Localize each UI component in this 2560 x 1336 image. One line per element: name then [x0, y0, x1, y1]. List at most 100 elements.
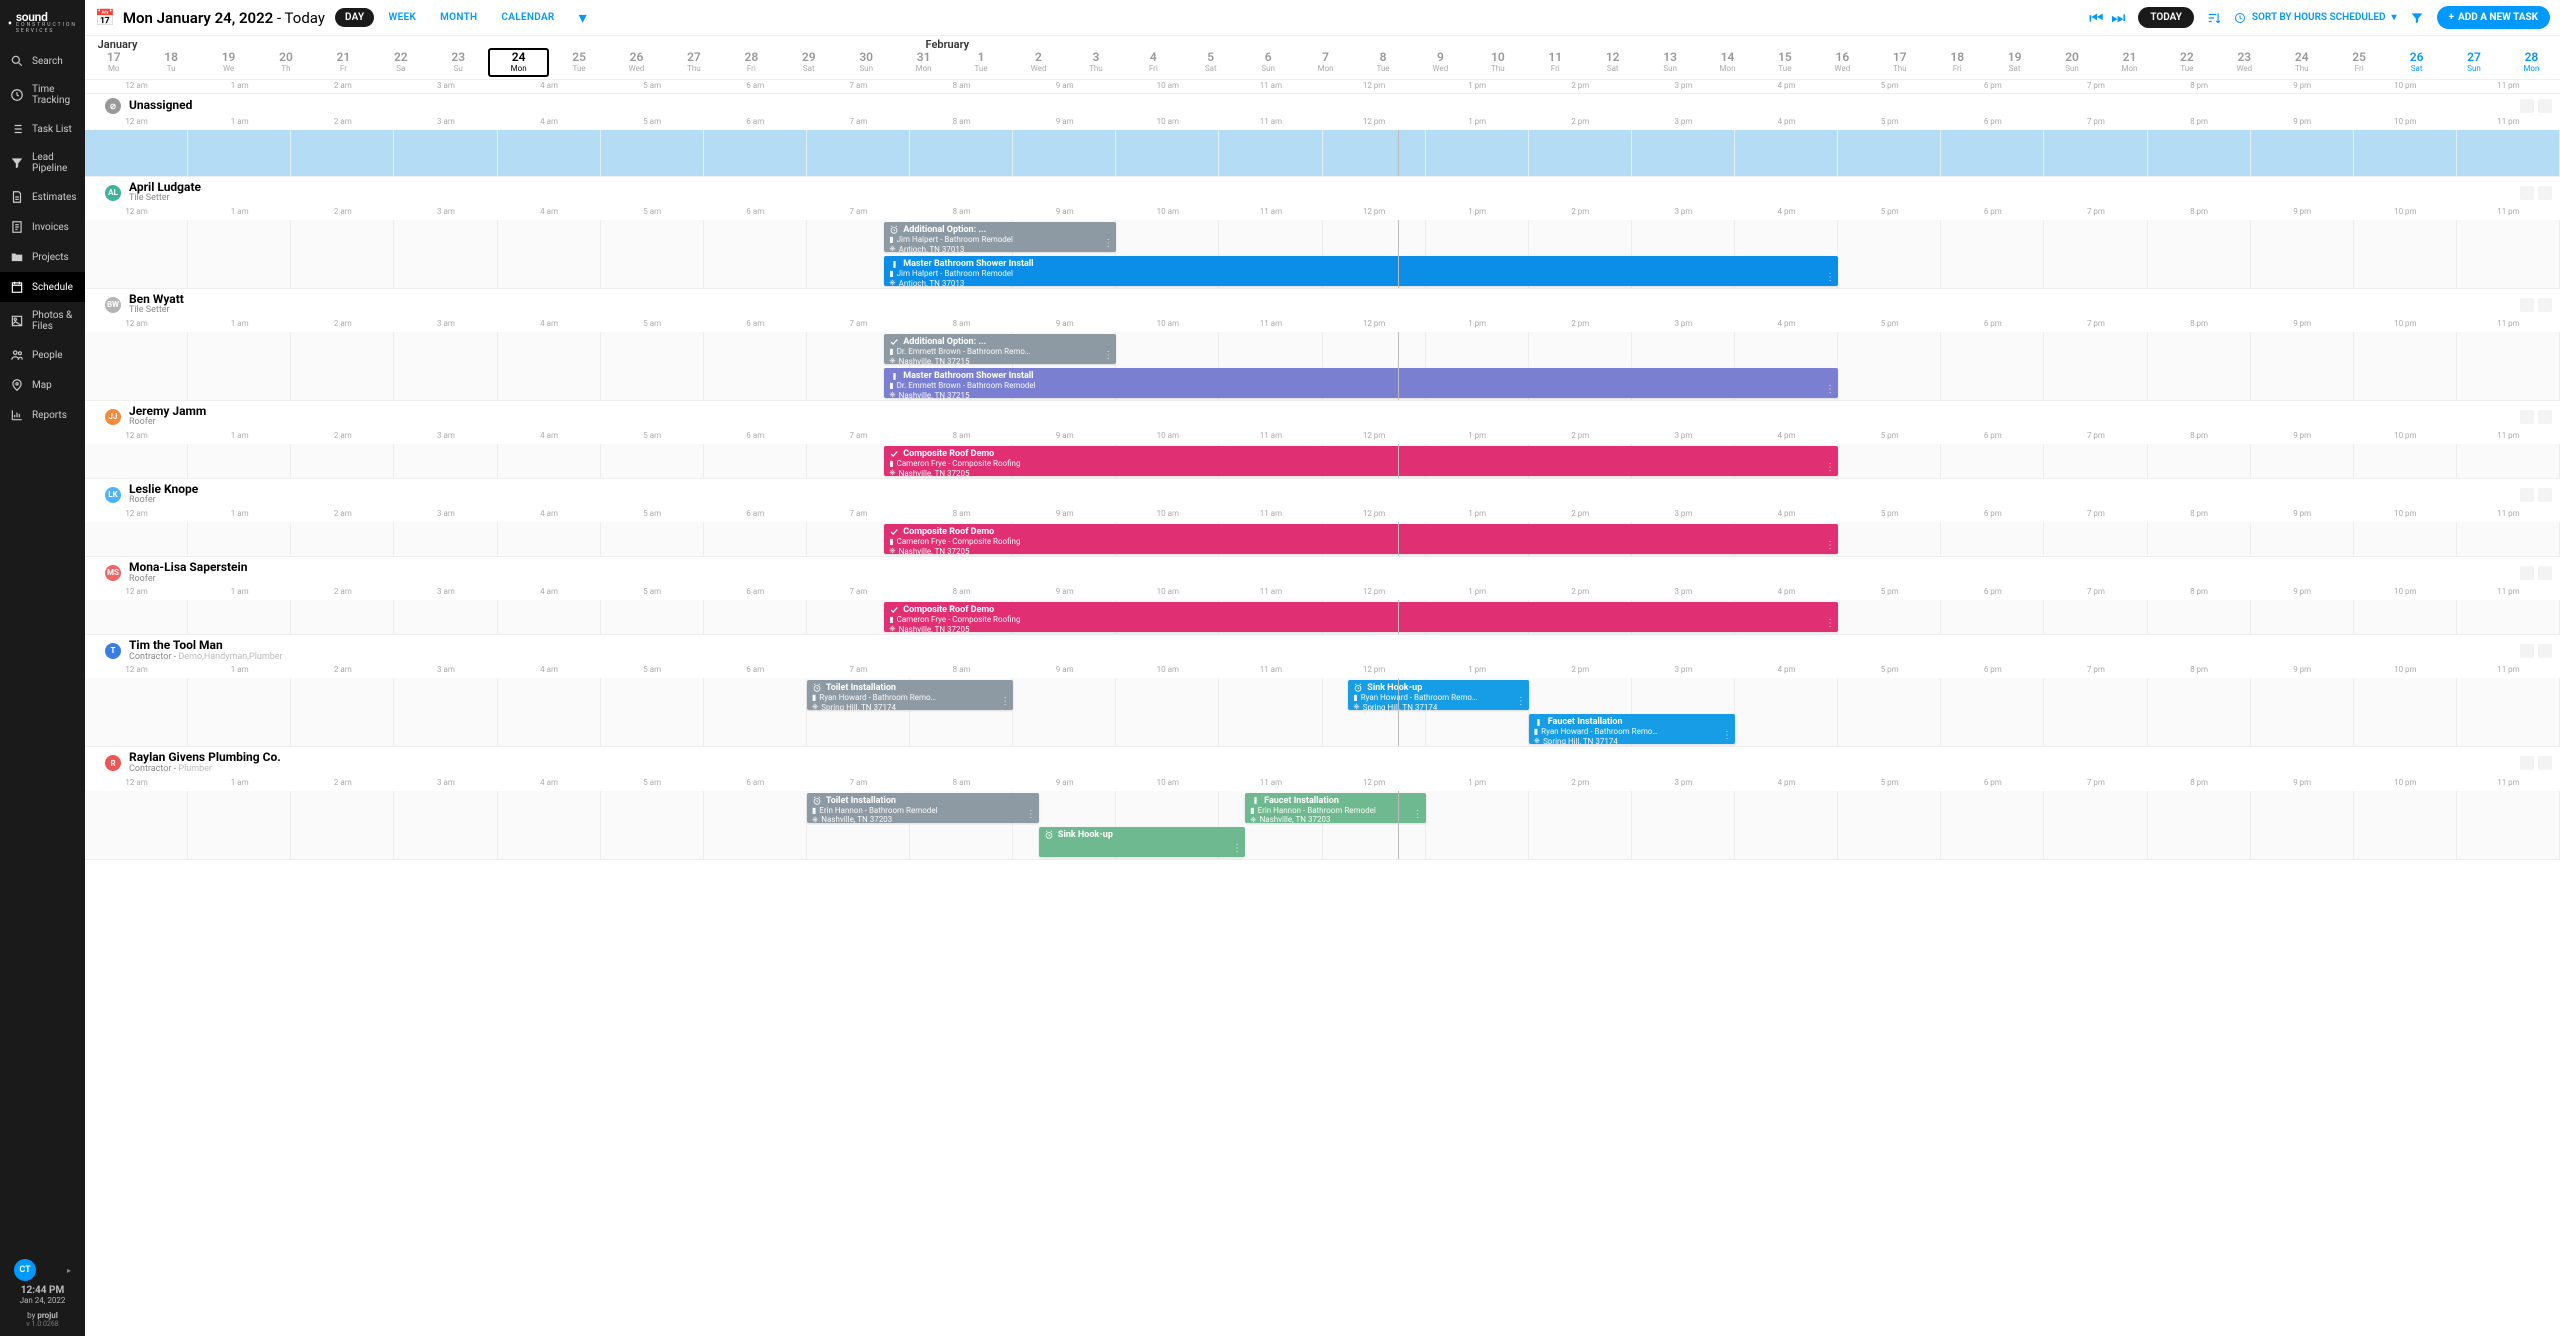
timeline-lane[interactable]: Composite Roof Demo▮Cameron Frye - Compo… [85, 444, 2560, 478]
date-cell[interactable]: 14Mon [1699, 50, 1756, 79]
sidebar-item-reports[interactable]: Reports [0, 400, 85, 430]
date-cell[interactable]: 20Th [257, 50, 314, 79]
sidebar-item-map[interactable]: Map [0, 370, 85, 400]
sort-icon[interactable] [2206, 10, 2222, 26]
date-cell[interactable]: 17Thu [1871, 50, 1928, 79]
task-menu-icon[interactable]: ⋮ [1825, 463, 1835, 473]
task-menu-icon[interactable]: ⋮ [1825, 273, 1835, 283]
date-cell[interactable]: 31Mon [895, 50, 952, 79]
date-cell[interactable]: 27Thu [665, 50, 722, 79]
date-cell[interactable]: 27Sun [2445, 50, 2502, 79]
schedule-body[interactable]: ⊘Unassigned12 am1 am2 am3 am4 am5 am6 am… [85, 94, 2560, 1336]
row-controls[interactable] [2520, 488, 2560, 502]
date-cell[interactable]: 25Tue [550, 50, 607, 79]
date-cell[interactable]: 8Tue [1354, 50, 1411, 79]
view-tab-calendar[interactable]: CALENDAR [491, 8, 564, 27]
task-menu-icon[interactable]: ⋮ [1000, 697, 1010, 707]
sidebar-item-search[interactable]: Search [0, 46, 85, 76]
date-cell[interactable]: 26Sat [2388, 50, 2445, 79]
date-cell[interactable]: 18Tu [142, 50, 199, 79]
timeline-lane[interactable] [85, 130, 2560, 176]
next-page-icon[interactable]: ⏭ [2110, 10, 2126, 26]
sidebar-item-projects[interactable]: Projects [0, 242, 85, 272]
date-cell[interactable]: 16Wed [1814, 50, 1871, 79]
timeline-lane[interactable]: Additional Option: ...▮Jim Halpert - Bat… [85, 220, 2560, 254]
task-card[interactable]: Toilet Installation▮Erin Hannon - Bathro… [807, 793, 1039, 823]
filter-icon[interactable] [2409, 10, 2425, 26]
date-cell[interactable]: 20Sun [2043, 50, 2100, 79]
row-controls[interactable] [2520, 410, 2560, 424]
task-card[interactable]: Toilet Installation▮Ryan Howard - Bathro… [807, 680, 1013, 710]
date-cell[interactable]: 10Thu [1469, 50, 1526, 79]
task-menu-icon[interactable]: ⋮ [1825, 619, 1835, 629]
task-card[interactable]: Composite Roof Demo▮Cameron Frye - Compo… [884, 602, 1838, 632]
date-cell[interactable]: 18Fri [1929, 50, 1986, 79]
task-menu-icon[interactable]: ⋮ [1026, 810, 1036, 820]
date-cell[interactable]: 3Thu [1067, 50, 1124, 79]
task-card[interactable]: Composite Roof Demo▮Cameron Frye - Compo… [884, 446, 1838, 476]
sidebar-item-lead-pipeline[interactable]: Lead Pipeline [0, 144, 85, 182]
date-cell[interactable]: 28Fri [723, 50, 780, 79]
task-card[interactable]: Composite Roof Demo▮Cameron Frye - Compo… [884, 524, 1838, 554]
view-tab-month[interactable]: MONTH [430, 8, 487, 27]
date-cell[interactable]: 21Fr [315, 50, 372, 79]
row-controls[interactable] [2520, 644, 2560, 658]
sort-button[interactable]: SORT BY HOURS SCHEDULED ▾ [2234, 12, 2397, 24]
sidebar-item-invoices[interactable]: Invoices [0, 212, 85, 242]
date-cell[interactable]: 29Sat [780, 50, 837, 79]
date-cell[interactable]: 1Tue [952, 50, 1009, 79]
sidebar-item-task-list[interactable]: Task List [0, 114, 85, 144]
timeline-lane[interactable]: Additional Option: ...▮Dr. Emmett Brown … [85, 332, 2560, 366]
row-controls[interactable] [2520, 566, 2560, 580]
date-cell[interactable]: 26Wed [608, 50, 665, 79]
user-avatar[interactable]: CT [14, 1259, 36, 1281]
view-tab-day[interactable]: DAY [335, 8, 375, 27]
date-cell[interactable]: 30Sun [837, 50, 894, 79]
date-cell[interactable]: 7Mon [1297, 50, 1354, 79]
row-controls[interactable] [2520, 186, 2560, 200]
date-cell[interactable]: 19We [200, 50, 257, 79]
date-cell[interactable]: 5Sat [1182, 50, 1239, 79]
expand-icon[interactable]: ▸ [67, 1266, 71, 1275]
sidebar-item-schedule[interactable]: Schedule [0, 272, 85, 302]
view-tab-week[interactable]: WEEK [378, 8, 426, 27]
date-cell[interactable]: 22Sa [372, 50, 429, 79]
date-cell[interactable]: 24Thu [2273, 50, 2330, 79]
date-cell[interactable]: 17Mo [85, 50, 142, 79]
date-cell[interactable]: 2Wed [1010, 50, 1067, 79]
date-cell[interactable]: 24Mon [488, 48, 549, 77]
sidebar-item-photos-&-files[interactable]: Photos & Files [0, 302, 85, 340]
task-menu-icon[interactable]: ⋮ [1232, 844, 1242, 854]
task-card[interactable]: Master Bathroom Shower Install▮Dr. Emmet… [884, 368, 1838, 398]
date-cell[interactable]: 9Wed [1412, 50, 1469, 79]
date-cell[interactable]: 23Su [430, 50, 487, 79]
calendar-icon[interactable]: 📅 [95, 8, 115, 27]
date-cell[interactable]: 22Tue [2158, 50, 2215, 79]
timeline-lane[interactable]: Master Bathroom Shower Install▮Dr. Emmet… [85, 366, 2560, 400]
row-controls[interactable] [2520, 756, 2560, 770]
task-card[interactable]: Faucet Installation▮Ryan Howard - Bathro… [1529, 714, 1735, 744]
date-cell[interactable]: 13Sun [1641, 50, 1698, 79]
add-task-button[interactable]: + ADD A NEW TASK [2437, 6, 2550, 29]
date-cell[interactable]: 4Fri [1125, 50, 1182, 79]
date-cell[interactable]: 21Mon [2101, 50, 2158, 79]
timeline-lane[interactable]: Master Bathroom Shower Install▮Jim Halpe… [85, 254, 2560, 288]
date-cell[interactable]: 15Tue [1756, 50, 1813, 79]
timeline-lane[interactable]: Composite Roof Demo▮Cameron Frye - Compo… [85, 600, 2560, 634]
timeline-lane[interactable]: Faucet Installation▮Ryan Howard - Bathro… [85, 712, 2560, 746]
task-menu-icon[interactable]: ⋮ [1103, 239, 1113, 249]
date-cell[interactable]: 12Sat [1584, 50, 1641, 79]
task-menu-icon[interactable]: ⋮ [1825, 385, 1835, 395]
timeline-lane[interactable]: Composite Roof Demo▮Cameron Frye - Compo… [85, 522, 2560, 556]
today-button[interactable]: TODAY [2138, 7, 2194, 28]
task-menu-icon[interactable]: ⋮ [1825, 541, 1835, 551]
date-cell[interactable]: 25Fri [2330, 50, 2387, 79]
date-cell[interactable]: 28Mon [2503, 50, 2560, 79]
date-cell[interactable]: 11Fri [1527, 50, 1584, 79]
date-cell[interactable]: 19Sat [1986, 50, 2043, 79]
row-controls[interactable] [2520, 298, 2560, 312]
task-menu-icon[interactable]: ⋮ [1413, 810, 1423, 820]
timeline-lane[interactable]: Sink Hook-up⋮ [85, 825, 2560, 859]
task-card[interactable]: Additional Option: ...▮Dr. Emmett Brown … [884, 334, 1116, 364]
sidebar-item-people[interactable]: People [0, 340, 85, 370]
